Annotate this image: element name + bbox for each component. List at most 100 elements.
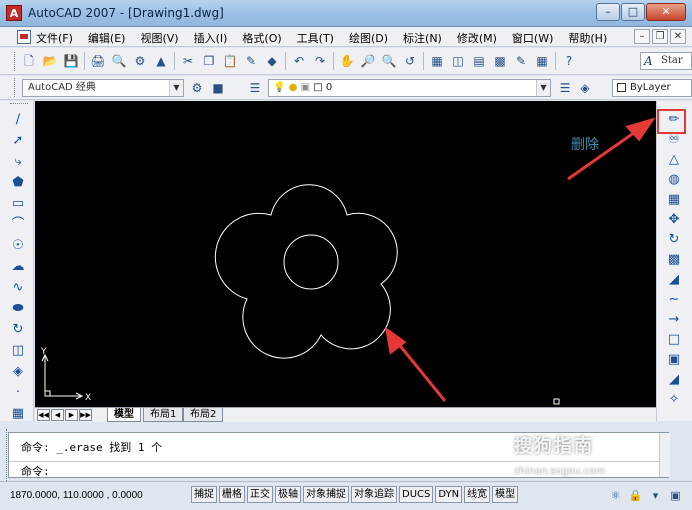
circle-icon[interactable]: ☉ (8, 237, 28, 255)
paste-icon[interactable]: 📋 (221, 52, 239, 70)
minimize-button[interactable]: – (596, 3, 620, 21)
make-current-layer-icon[interactable]: ☰ (556, 79, 574, 97)
autocad-app-icon[interactable]: A (6, 5, 22, 21)
menu-help[interactable]: 帮助(H) (568, 30, 607, 46)
array-icon[interactable]: ▦ (664, 191, 684, 209)
polygon-icon[interactable]: ⬟ (8, 174, 28, 192)
next-tab-button[interactable]: ▶ (65, 409, 78, 421)
stretch-icon[interactable]: ◢ (664, 271, 684, 289)
match-properties-icon[interactable]: ✎ (242, 52, 260, 70)
copy-icon[interactable]: ❐ (200, 52, 218, 70)
construction-line-icon[interactable]: ➚ (8, 132, 28, 150)
command-scrollbar[interactable] (659, 433, 670, 477)
insert-block-icon[interactable]: ◫ (8, 342, 28, 360)
spline-icon[interactable]: ∿ (8, 279, 28, 297)
menu-view[interactable]: 视图(V) (140, 30, 178, 46)
extend-icon[interactable]: → (664, 311, 684, 329)
otrack-toggle[interactable]: 对象追踪 (351, 486, 397, 503)
explode-icon[interactable]: ✧ (664, 391, 684, 409)
cut-icon[interactable]: ✂ (179, 52, 197, 70)
drawing-area[interactable]: Y X 删除 (35, 101, 656, 407)
coordinate-display[interactable]: 1870.0000, 110.0000 , 0.0000 (10, 488, 188, 504)
move-icon[interactable]: ✥ (664, 211, 684, 229)
doc-minimize-button[interactable]: – (634, 29, 650, 44)
tab-layout2[interactable]: 布局2 (183, 408, 224, 422)
menu-file[interactable]: 文件(F) (36, 30, 73, 46)
doc-restore-button[interactable]: ❐ (652, 29, 668, 44)
lineweight-toggle[interactable]: 线宽 (464, 486, 491, 503)
menu-insert[interactable]: 插入(I) (194, 30, 228, 46)
toolbar-grip[interactable] (14, 78, 17, 97)
menu-tools[interactable]: 工具(T) (297, 30, 334, 46)
markup-icon[interactable]: ✎ (512, 52, 530, 70)
layer-dropdown[interactable]: 💡 ● ▣ □ 0 ▼ (268, 79, 551, 97)
snap-toggle[interactable]: 捕捉 (191, 486, 217, 503)
revision-cloud-icon[interactable]: ☁ (8, 258, 28, 276)
model-toggle[interactable]: 模型 (492, 486, 519, 503)
arc-icon[interactable]: ⌒ (8, 216, 28, 234)
point-icon[interactable]: · (8, 384, 28, 402)
zoom-previous-icon[interactable]: ↺ (401, 52, 419, 70)
ducs-toggle[interactable]: DUCS (399, 486, 434, 503)
last-tab-button[interactable]: ▶▶ (79, 409, 92, 421)
command-window-grip[interactable] (0, 429, 7, 481)
block-editor-icon[interactable]: ◆ (263, 52, 281, 70)
design-center-icon[interactable]: ◫ (449, 52, 467, 70)
chevron-down-icon[interactable]: ▼ (169, 80, 183, 96)
undo-icon[interactable]: ↶ (290, 52, 308, 70)
clean-screen-icon[interactable]: ▣ (667, 487, 684, 504)
3d-dwf-icon[interactable]: ▲ (152, 52, 170, 70)
maximize-button[interactable]: □ (621, 3, 645, 21)
workspace-settings-icon[interactable]: ⚙ (188, 79, 206, 97)
tool-palettes-icon[interactable]: ▤ (470, 52, 488, 70)
offset-icon[interactable]: ◍ (664, 171, 684, 189)
trim-icon[interactable]: ∼ (664, 291, 684, 309)
properties-icon[interactable]: ▦ (428, 52, 446, 70)
osnap-toggle[interactable]: 对象捕捉 (303, 486, 349, 503)
color-control-dropdown[interactable]: ByLayer (612, 79, 692, 97)
rotate-icon[interactable]: ↻ (664, 231, 684, 249)
rectangle-icon[interactable]: ▭ (8, 195, 28, 213)
chevron-down-icon[interactable]: ▾ (647, 487, 664, 504)
scale-icon[interactable]: ▩ (664, 251, 684, 269)
plot-preview-icon[interactable]: 🔍 (110, 52, 128, 70)
close-button[interactable]: ✕ (646, 3, 686, 21)
doc-close-button[interactable]: ✕ (670, 29, 686, 44)
menu-draw[interactable]: 绘图(D) (349, 30, 388, 46)
menu-dimension[interactable]: 标注(N) (403, 30, 442, 46)
break-icon[interactable]: □ (664, 331, 684, 349)
zoom-realtime-icon[interactable]: 🔎 (359, 52, 377, 70)
toolbar-grip[interactable] (10, 103, 28, 106)
grid-toggle[interactable]: 栅格 (219, 486, 245, 503)
tab-layout1[interactable]: 布局1 (143, 408, 184, 422)
ellipse-arc-icon[interactable]: ↻ (8, 321, 28, 339)
chevron-down-icon[interactable]: ▼ (536, 80, 550, 96)
menu-edit[interactable]: 编辑(E) (88, 30, 126, 46)
layer-previous-icon[interactable]: ◈ (576, 79, 594, 97)
ortho-toggle[interactable]: 正交 (247, 486, 273, 503)
communication-center-icon[interactable]: ⚛ (607, 487, 624, 504)
make-block-icon[interactable]: ◈ (8, 363, 28, 381)
pan-icon[interactable]: ✋ (338, 52, 356, 70)
menu-format[interactable]: 格式(O) (242, 30, 281, 46)
publish-icon[interactable]: ⚙ (131, 52, 149, 70)
print-icon[interactable]: 🖨 (89, 52, 107, 70)
dyn-toggle[interactable]: DYN (435, 486, 463, 503)
sheet-set-icon[interactable]: ▩ (491, 52, 509, 70)
open-file-icon[interactable]: 📂 (41, 52, 59, 70)
chamfer-icon[interactable]: ◢ (664, 371, 684, 389)
tab-model[interactable]: 模型 (107, 408, 141, 422)
text-style-combo[interactable]: A Star (640, 52, 692, 70)
toolbar-grip[interactable] (14, 52, 17, 71)
join-icon[interactable]: ▣ (664, 351, 684, 369)
lock-icon[interactable]: 🔒 (627, 487, 644, 504)
redo-icon[interactable]: ↷ (311, 52, 329, 70)
document-icon[interactable] (17, 30, 31, 44)
my-workspace-icon[interactable]: ■ (209, 79, 227, 97)
save-icon[interactable]: 💾 (62, 52, 80, 70)
ellipse-icon[interactable]: ⬬ (8, 300, 28, 318)
mirror-icon[interactable]: △ (664, 151, 684, 169)
layer-properties-icon[interactable]: ☰ (246, 79, 264, 97)
first-tab-button[interactable]: ◀◀ (37, 409, 50, 421)
polyline-icon[interactable]: ⤷ (8, 153, 28, 171)
